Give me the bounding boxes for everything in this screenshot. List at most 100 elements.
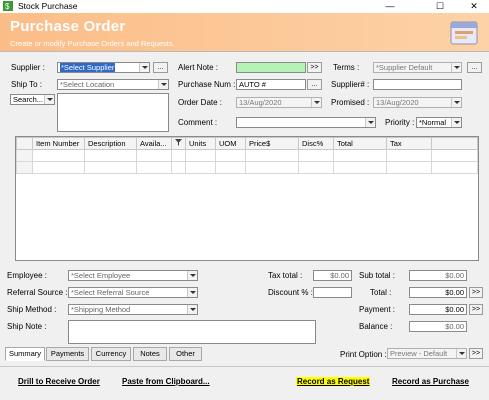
chevron-down-icon [456,349,466,358]
order-date-picker[interactable]: 13/Aug/2020 [236,97,322,108]
chevron-down-icon [311,98,321,107]
discount-label: Discount % : [268,288,313,297]
comment-select[interactable] [236,117,376,128]
print-option-button[interactable]: >> [469,348,483,359]
supplier-number-field[interactable] [373,79,462,90]
purchase-order-icon [450,21,478,45]
tab-payments[interactable]: Payments [46,347,89,361]
chevron-down-icon [451,98,461,107]
chevron-down-icon [44,95,54,104]
minimize-button[interactable]: — [376,0,404,13]
print-option-label: Print Option : [340,350,387,359]
chevron-down-icon [187,271,197,280]
line-items-grid[interactable]: Item Number Description Availa... Units … [15,136,479,261]
balance-value: $0.00 [409,321,467,332]
tab-currency[interactable]: Currency [91,347,131,361]
purchase-num-label: Purchase Num : [178,80,236,89]
grid-col-selector [16,137,33,150]
svg-text:$: $ [5,2,10,11]
supplier-browse-button[interactable]: ... [153,62,168,73]
page-header: Purchase Order Create or modify Purchase… [0,13,489,52]
tab-other[interactable]: Other [169,347,202,361]
terms-browse-button[interactable]: ... [467,62,482,73]
grid-col-units[interactable]: Units [185,137,216,150]
table-row[interactable] [16,161,478,174]
ship-to-select[interactable]: *Select Location [57,79,169,90]
app-icon: $ [3,1,13,11]
tab-notes[interactable]: Notes [133,347,167,361]
supplier-select[interactable]: *Select Supplier [57,62,150,73]
employee-label: Employee : [7,271,48,280]
alert-note-label: Alert Note : [178,63,219,72]
payment-label: Payment : [359,305,396,314]
supplier-number-label: Supplier# : [331,80,370,89]
referral-source-label: Referral Source : [7,288,68,297]
chevron-down-icon [158,80,168,89]
total-label: Total : [370,288,392,297]
ship-to-label: Ship To : [11,80,42,89]
comment-label: Comment : [178,118,218,127]
table-row[interactable] [16,149,478,162]
title-bar: $ Stock Purchase — ☐ ✕ [0,0,489,13]
ship-note-field[interactable] [68,320,316,344]
maximize-button[interactable]: ☐ [426,0,454,13]
close-button[interactable]: ✕ [460,0,488,13]
subtotal-label: Sub total : [359,271,396,280]
subtotal-value: $0.00 [409,270,467,281]
grid-col-tax[interactable]: Tax [386,137,432,150]
grid-col-description[interactable]: Description [84,137,137,150]
grid-col-filter[interactable] [171,137,186,150]
tax-total-value: $0.00 [313,270,352,281]
tax-total-label: Tax total : [268,271,303,280]
discount-field[interactable] [313,287,352,298]
payment-detail-button[interactable]: >> [469,304,483,315]
chevron-down-icon [187,288,197,297]
alert-note-field[interactable] [236,62,306,73]
employee-select[interactable]: *Select Employee [68,270,198,281]
terms-label: Terms : [333,63,360,72]
grid-header-row: Item Number Description Availa... Units … [16,137,478,150]
chevron-down-icon [451,63,461,72]
page-subtitle: Create or modify Purchase Orders and Req… [10,39,175,48]
ship-to-address[interactable] [57,93,169,132]
grid-col-uom[interactable]: UOM [215,137,246,150]
priority-select[interactable]: *Normal [416,117,462,128]
ship-method-select[interactable]: *Shipping Method [68,304,198,315]
order-date-label: Order Date : [178,98,223,107]
drill-to-receive-order-link[interactable]: Drill to Receive Order [18,377,100,386]
record-as-purchase-link[interactable]: Record as Purchase [392,377,469,386]
filter-icon [175,139,182,146]
paste-from-clipboard-link[interactable]: Paste from Clipboard... [122,377,210,386]
search-mode-select[interactable]: Search... [10,94,55,105]
ship-note-label: Ship Note : [7,322,47,331]
purchase-num-field[interactable]: AUTO # [236,79,306,90]
tab-summary[interactable]: Summary [5,347,45,361]
promised-date-picker[interactable]: 13/Aug/2020 [373,97,462,108]
grid-col-extra [431,137,478,150]
referral-source-select[interactable]: *Select Referral Source [68,287,198,298]
promised-label: Promised : [331,98,370,107]
chevron-down-icon [187,305,197,314]
chevron-down-icon [139,63,149,72]
grid-col-discount[interactable]: Disc% [298,137,334,150]
grid-col-price[interactable]: Price$ [245,137,299,150]
terms-select[interactable]: *Supplier Default [373,62,462,73]
total-value: $0.00 [409,287,467,298]
print-option-select[interactable]: Preview - Default [387,348,467,359]
divider [0,366,489,367]
grid-col-available[interactable]: Availa... [136,137,172,150]
payment-value: $0.00 [409,304,467,315]
record-as-request-link[interactable]: Record as Request [296,377,371,386]
balance-label: Balance : [359,322,393,331]
priority-label: Priority : [385,118,415,127]
ship-method-label: Ship Method : [7,305,57,314]
alert-note-button[interactable]: >> [307,62,322,73]
chevron-down-icon [451,118,461,127]
purchase-num-button[interactable]: ... [307,79,322,90]
page-title: Purchase Order [10,18,126,35]
grid-col-total[interactable]: Total [333,137,387,150]
window-title: Stock Purchase [18,1,78,11]
grid-col-item-number[interactable]: Item Number [32,137,85,150]
total-detail-button[interactable]: >> [469,287,483,298]
supplier-label: Supplier : [11,63,45,72]
